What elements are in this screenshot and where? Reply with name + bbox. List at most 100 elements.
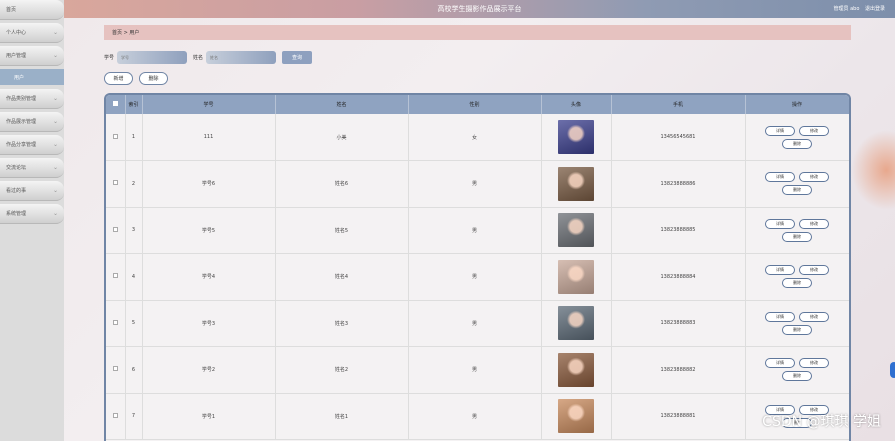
row-checkbox[interactable] (106, 300, 126, 347)
column-header: 姓名 (275, 95, 409, 114)
sidebar-item-forum[interactable]: 交流论坛 ⌄ (0, 158, 64, 178)
chevron-down-icon: ⌄ (52, 187, 58, 194)
cell-index: 4 (125, 253, 143, 301)
cell-ops: 详情 修改 删除 (745, 300, 849, 347)
cell-student-no: 111 (142, 114, 276, 161)
table-row: 2 学号6 姓名6 男 13823888886 详情 修改 删除 (106, 160, 849, 208)
table-row: 5 学号3 姓名3 男 13823888883 详情 修改 删除 (106, 300, 849, 347)
cell-ops: 详情 修改 删除 (745, 160, 849, 208)
sidebar-subitem-label: 用户 (14, 74, 25, 81)
cell-avatar (541, 207, 612, 254)
cell-student-no: 学号3 (142, 300, 276, 347)
detail-button[interactable]: 详情 (765, 311, 795, 322)
table-row: 1 111 小美 女 13456545681 详情 修改 删除 (106, 114, 849, 161)
edit-button[interactable]: 修改 (799, 218, 829, 229)
background-decoration (851, 130, 895, 210)
sidebar-item-category[interactable]: 作品类别管理 ⌄ (0, 89, 64, 109)
search-button[interactable]: 查询 (282, 50, 313, 64)
row-checkbox[interactable] (106, 346, 126, 394)
cell-index: 1 (125, 114, 143, 161)
column-header: 手机 (611, 95, 746, 114)
user-table: 索引 学号 姓名 性别 头像 手机 操作 1 111 小美 女 13456545… (104, 93, 851, 441)
select-all-checkbox[interactable] (106, 95, 126, 114)
chevron-down-icon: ⌄ (52, 164, 58, 171)
table-row: 6 学号2 姓名2 男 13823888882 详情 修改 删除 (106, 346, 849, 394)
sidebar-item-works[interactable]: 作品展示管理 ⌄ (0, 112, 64, 132)
row-checkbox[interactable] (106, 160, 126, 208)
sidebar-item-users[interactable]: 用户管理 ⌄ (0, 46, 64, 66)
cell-gender: 男 (408, 346, 542, 394)
sidebar-item-system[interactable]: 系统管理 ⌄ (0, 204, 64, 224)
delete-button[interactable]: 删除 (782, 324, 812, 335)
row-checkbox[interactable] (106, 207, 126, 254)
row-checkbox[interactable] (106, 114, 126, 161)
detail-button[interactable]: 详情 (765, 125, 795, 136)
cell-index: 2 (125, 160, 143, 208)
row-checkbox[interactable] (106, 393, 126, 440)
cell-index: 7 (125, 393, 143, 440)
column-header: 操作 (745, 95, 849, 114)
cell-student-no: 学号6 (142, 160, 276, 208)
detail-button[interactable]: 详情 (765, 218, 795, 229)
cell-avatar (541, 300, 612, 347)
detail-button[interactable]: 详情 (765, 358, 795, 369)
sidebar-subitem-user[interactable]: 用户 (0, 69, 64, 85)
column-header: 学号 (142, 95, 276, 114)
cell-avatar (541, 346, 612, 394)
cell-name: 姓名6 (275, 160, 409, 208)
delete-button[interactable]: 删除 (782, 185, 812, 196)
add-button[interactable]: 新增 (104, 72, 133, 85)
sidebar-item-viewed[interactable]: 看过的事 ⌄ (0, 181, 64, 201)
delete-button[interactable]: 删除 (782, 231, 812, 242)
cell-name: 姓名2 (275, 346, 409, 394)
cell-gender: 男 (408, 300, 542, 347)
cell-ops: 详情 修改 删除 (745, 346, 849, 394)
cell-ops: 详情 修改 删除 (745, 114, 849, 161)
detail-button[interactable]: 详情 (765, 265, 795, 276)
name-label: 姓名 (193, 54, 204, 61)
student-no-label: 学号 (104, 54, 115, 61)
edit-button[interactable]: 修改 (799, 125, 829, 136)
logout-link[interactable]: 退出登录 (865, 6, 885, 12)
cell-ops: 详情 修改 删除 (745, 207, 849, 254)
edit-button[interactable]: 修改 (799, 265, 829, 276)
column-header: 性别 (408, 95, 542, 114)
cell-avatar (541, 114, 612, 161)
cell-avatar (541, 253, 612, 301)
delete-button[interactable]: 删除 (782, 371, 812, 382)
column-header: 索引 (125, 95, 143, 114)
edit-button[interactable]: 修改 (799, 358, 829, 369)
chevron-down-icon: ⌄ (52, 29, 58, 36)
delete-button[interactable]: 删除 (782, 138, 812, 149)
student-no-input[interactable] (117, 50, 188, 64)
batch-delete-button[interactable]: 删除 (139, 72, 168, 85)
top-header: 高校学生摄影作品展示平台 管理员 abo 退出登录 (64, 0, 895, 18)
sidebar-item-profile[interactable]: 个人中心 ⌄ (0, 23, 64, 43)
sidebar-item-label: 作品分享管理 (6, 142, 37, 148)
sidebar-item-label: 作品展示管理 (6, 119, 37, 125)
column-header: 头像 (541, 95, 612, 114)
sidebar-item-label: 用户管理 (6, 53, 27, 59)
detail-button[interactable]: 详情 (765, 172, 795, 183)
admin-label: 管理员 abo (833, 6, 860, 12)
cell-gender: 男 (408, 393, 542, 440)
chevron-down-icon: ⌄ (52, 210, 58, 217)
cell-student-no: 学号5 (142, 207, 276, 254)
avatar (558, 120, 594, 154)
sidebar-item-label: 系统管理 (6, 211, 27, 217)
cell-avatar (541, 393, 612, 440)
avatar (558, 213, 594, 248)
name-input[interactable] (206, 50, 277, 64)
sidebar-item-share[interactable]: 作品分享管理 ⌄ (0, 135, 64, 155)
floating-widget-icon[interactable] (890, 362, 895, 378)
avatar (558, 259, 594, 294)
delete-button[interactable]: 删除 (782, 278, 812, 289)
avatar (558, 352, 594, 387)
cell-name: 姓名3 (275, 300, 409, 347)
avatar (558, 399, 594, 434)
edit-button[interactable]: 修改 (799, 172, 829, 183)
sidebar-item-home[interactable]: 首页 (0, 0, 64, 20)
row-checkbox[interactable] (106, 253, 126, 301)
breadcrumb: 首页 > 用户 (104, 25, 851, 40)
edit-button[interactable]: 修改 (799, 311, 829, 322)
